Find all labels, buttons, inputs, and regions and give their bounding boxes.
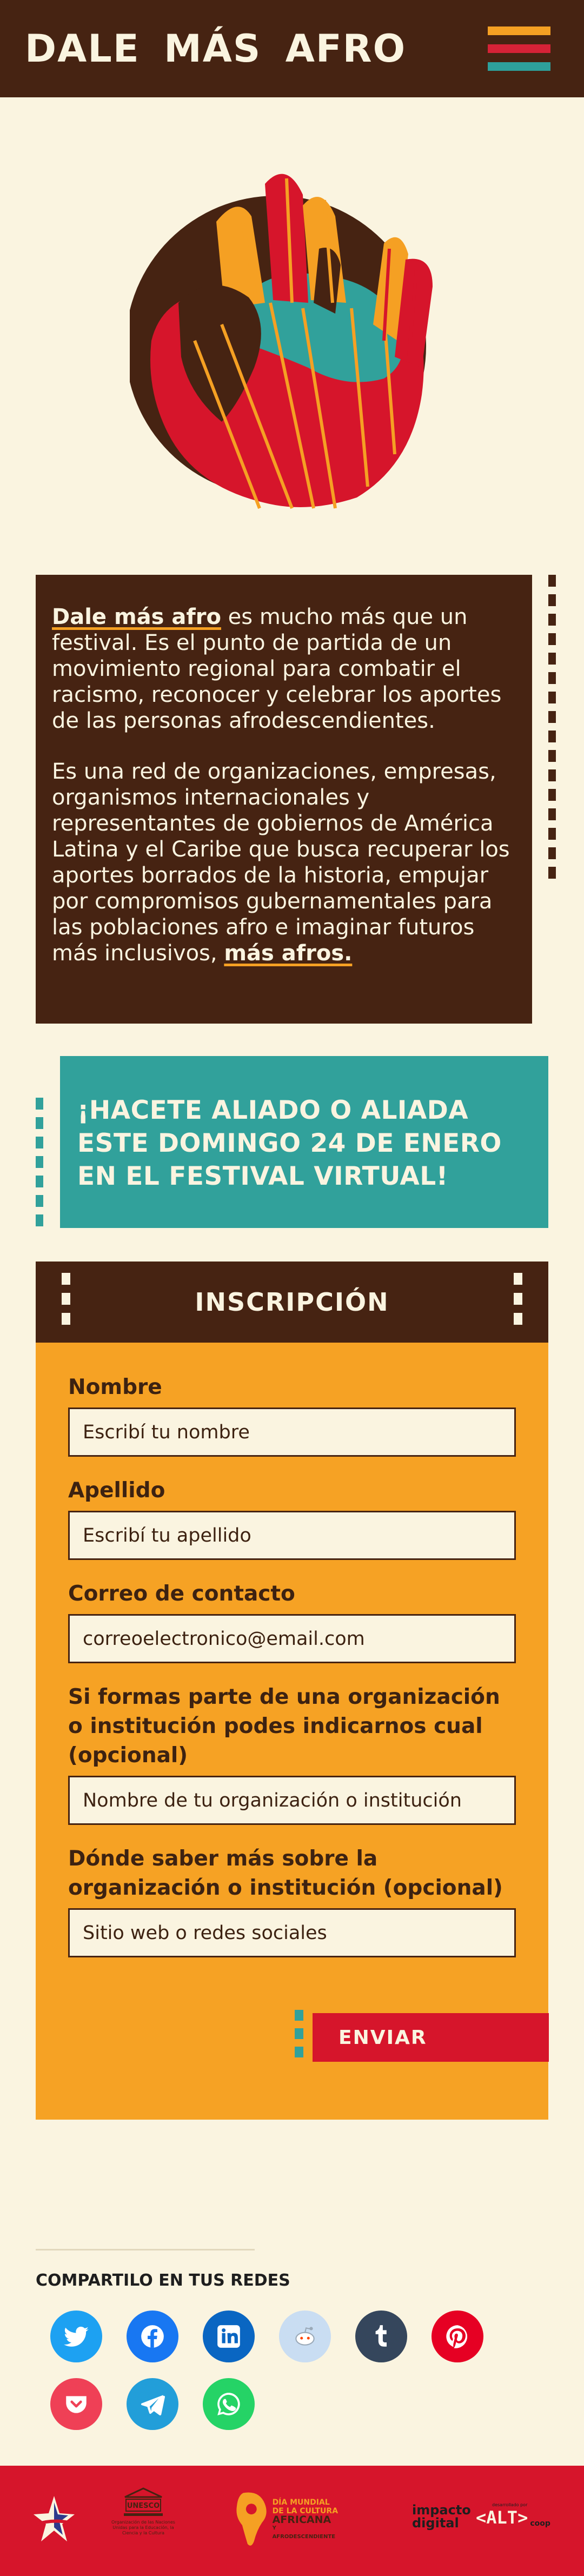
menu-line-red: [488, 44, 550, 53]
impacto-line2: digital: [412, 2515, 459, 2531]
intro-box: Dale más afro es mucho más que un festiv…: [36, 575, 532, 1024]
intro-highlight: Dale más afro: [52, 605, 221, 629]
alt-coop-wordmark: <ALT>: [476, 2507, 528, 2528]
linkedin-icon[interactable]: [203, 2311, 255, 2362]
enviar-button[interactable]: ENVIAR: [313, 2013, 549, 2062]
email-input[interactable]: [68, 1614, 516, 1663]
menu-line-orange: [488, 26, 550, 35]
africa-day-line1: DÍA MUNDIAL: [272, 2498, 330, 2507]
svg-text:UNESCO: UNESCO: [127, 2502, 160, 2510]
alt-coop-logo-icon[interactable]: desarrollado por <ALT> coop: [476, 2502, 550, 2528]
submit-dash-column: [295, 2010, 303, 2065]
decorative-dash-column: [548, 575, 556, 886]
site-header: DALE MÁS AFRO: [0, 0, 584, 97]
unesco-logo-text: Organización de las Naciones Unidas para…: [111, 2520, 175, 2535]
form-header-dash-left: [62, 1273, 70, 1333]
impacto-line1: impacto: [412, 2502, 471, 2518]
whatsapp-icon[interactable]: [203, 2378, 255, 2430]
nombre-input[interactable]: [68, 1407, 516, 1457]
form-header-dash-right: [514, 1273, 522, 1333]
facebook-icon[interactable]: [127, 2311, 178, 2362]
submit-area: ENVIAR: [295, 2010, 549, 2065]
pocket-icon[interactable]: [50, 2378, 102, 2430]
tumblr-icon[interactable]: [355, 2311, 407, 2362]
alt-coop-suffix: coop: [530, 2519, 550, 2528]
sponsors-footer: UNESCO Organización de las Naciones Unid…: [0, 2466, 584, 2576]
menu-line-teal: [488, 62, 550, 71]
apellido-input[interactable]: [68, 1511, 516, 1560]
intro-p2-highlight: más afros.: [224, 941, 353, 966]
cta-text: ¡HACETE ALIADO O ALIADA ESTE DOMINGO 24 …: [77, 1096, 502, 1191]
organizacion-label: Si formas parte de una organización o in…: [68, 1685, 500, 1768]
sitio-web-input[interactable]: [68, 1908, 516, 1957]
star-logo-icon[interactable]: [32, 2492, 76, 2546]
form-header: INSCRIPCIÓN: [36, 1262, 548, 1343]
impacto-digital-logo-icon[interactable]: impacto digital: [412, 2504, 471, 2529]
cta-banner: ¡HACETE ALIADO O ALIADA ESTE DOMINGO 24 …: [60, 1056, 548, 1228]
africa-day-text: DÍA MUNDIAL DE LA CULTURA AFRICANA Y AFR…: [273, 2498, 341, 2541]
unesco-logo-icon[interactable]: UNESCO Organización de las Naciones Unid…: [111, 2487, 176, 2552]
hand-illustration: [125, 162, 454, 519]
hamburger-menu-icon[interactable]: [488, 26, 550, 71]
brand-logo[interactable]: DALE MÁS AFRO: [25, 26, 406, 71]
africa-day-line3: AFRICANA: [272, 2514, 331, 2526]
share-title: COMPARTILO EN TUS REDES: [36, 2271, 290, 2290]
sitio-web-label: Dónde saber más sobre la organización o …: [68, 1847, 503, 1900]
reddit-icon[interactable]: [279, 2311, 331, 2362]
form-title: INSCRIPCIÓN: [195, 1287, 389, 1317]
twitter-icon[interactable]: [50, 2311, 102, 2362]
intro-paragraph-2: Es una red de organizaciones, empresas, …: [52, 759, 517, 966]
africa-day-logo-icon[interactable]: DÍA MUNDIAL DE LA CULTURA AFRICANA Y AFR…: [233, 2490, 341, 2550]
intro-paragraph-1: Dale más afro es mucho más que un festiv…: [52, 604, 517, 734]
intro-p2-text: Es una red de organizaciones, empresas, …: [52, 759, 510, 966]
pinterest-icon[interactable]: [432, 2311, 483, 2362]
africa-day-line4: Y AFRODESCENDIENTE: [272, 2525, 336, 2540]
apellido-label: Apellido: [68, 1478, 165, 1503]
share-divider: [36, 2249, 255, 2250]
cta-dash-column: [36, 1098, 43, 1234]
alt-coop-small-text: desarrollado por: [492, 2502, 528, 2507]
nombre-label: Nombre: [68, 1375, 162, 1399]
organizacion-input[interactable]: [68, 1776, 516, 1825]
telegram-icon[interactable]: [127, 2378, 178, 2430]
correo-label: Correo de contacto: [68, 1582, 295, 1606]
registration-form: Nombre Apellido Correo de contacto Si fo…: [36, 1343, 548, 2120]
